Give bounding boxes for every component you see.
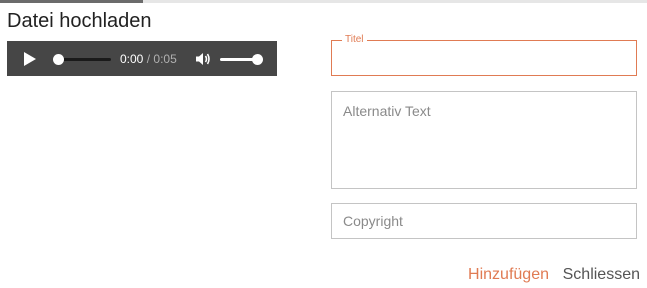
titel-field: Titel (331, 34, 637, 76)
copyright-input[interactable] (332, 204, 636, 238)
top-progress-bar (0, 0, 647, 3)
audio-progress-slider[interactable] (53, 51, 113, 67)
play-button[interactable] (23, 52, 37, 66)
alt-text-field (331, 91, 637, 189)
dialog-actions: Hinzufügen Schliessen (0, 264, 640, 286)
audio-player: 0:00 / 0:05 (7, 41, 277, 76)
mute-button[interactable] (195, 51, 211, 67)
add-button[interactable]: Hinzufügen (468, 264, 549, 286)
close-button[interactable]: Schliessen (563, 264, 640, 286)
top-progress-segment (0, 0, 143, 3)
dialog-title: Datei hochladen (7, 10, 152, 32)
duration: 0:05 (153, 52, 177, 66)
titel-input[interactable] (332, 41, 636, 75)
copyright-field (331, 203, 637, 239)
alt-text-input[interactable] (332, 92, 636, 188)
volume-slider[interactable] (220, 51, 264, 67)
current-time: 0:00 (120, 52, 144, 66)
volume-handle[interactable] (252, 54, 263, 65)
time-separator: / (146, 52, 151, 66)
audio-time-display: 0:00 / 0:05 (120, 51, 177, 67)
audio-progress-handle[interactable] (53, 54, 64, 65)
play-icon (24, 52, 36, 66)
volume-icon (196, 53, 210, 65)
